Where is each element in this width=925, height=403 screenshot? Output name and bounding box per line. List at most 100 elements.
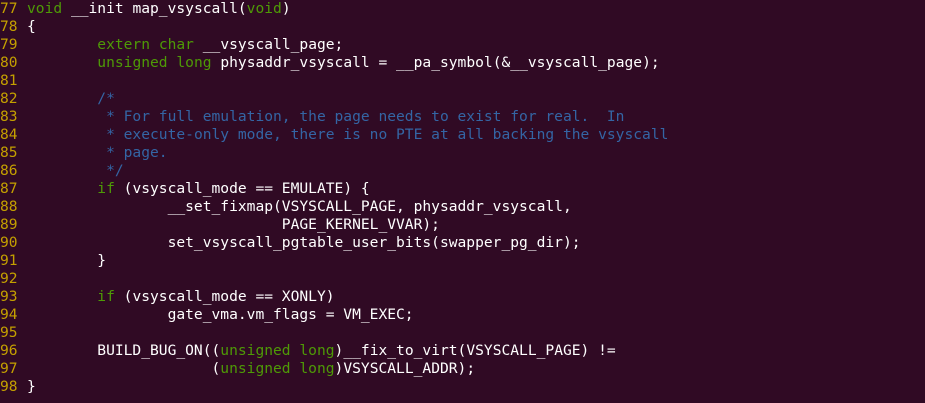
code-text: if (vsyscall_mode == EMULATE) { [27,180,370,198]
keyword-token: if [97,288,115,305]
line-number: 84 [0,126,18,143]
line-number: 95 [0,324,18,341]
keyword-token: long [299,360,335,377]
text-token: )__fix_to_virt(VSYSCALL_PAGE) != [334,342,616,359]
line-number: 82 [0,90,18,107]
text-token: ) [281,0,291,17]
code-line: 93 if (vsyscall_mode == XONLY) [0,288,925,306]
code-area[interactable]: 77 void __init map_vsyscall(void) 78 {79 ex… [0,0,925,396]
code-line: 94 gate_vma.vm_flags = VM_EXEC; [0,306,925,324]
comment-token: * page. [106,144,168,161]
code-text: /* [27,90,115,108]
code-line: 80 unsigned long physaddr_vsyscall = __p… [0,54,925,72]
code-text: extern char __vsyscall_page; [27,36,343,54]
line-number: 97 [0,360,18,377]
line-number: 80 [0,54,18,71]
code-line: 98} [0,378,925,396]
code-line: 84 * execute-only mode, there is no PTE … [0,126,925,144]
text-token: ( [27,360,221,377]
code-line: 83 * For full emulation, the page needs … [0,108,925,126]
text-token: physaddr_vsyscall = __pa_symbol(&__vsysc… [211,54,660,71]
text-token: set_vsyscall_pgtable_user_bits(swapper_p… [27,234,581,251]
comment-token: */ [106,162,124,179]
code-text: set_vsyscall_pgtable_user_bits(swapper_p… [27,234,581,252]
text-token: BUILD_BUG_ON(( [27,342,221,359]
code-text: * page. [27,144,168,162]
code-line: 81 [0,72,925,90]
code-text: { [27,18,36,36]
line-number: 77 [0,0,18,17]
line-number: 92 [0,270,18,287]
text-token: } [27,378,36,395]
code-text: PAGE_KERNEL_VVAR); [27,216,440,234]
code-text: } [27,252,106,270]
code-text: gate_vma.vm_flags = VM_EXEC; [27,306,414,324]
line-number: 83 [0,108,18,125]
code-line: 82 /* [0,90,925,108]
code-line: 87 if (vsyscall_mode == EMULATE) { [0,180,925,198]
code-text: if (vsyscall_mode == XONLY) [27,288,335,306]
line-number: 96 [0,342,18,359]
terminal-window[interactable]: 77 void __init map_vsyscall(void) 78 {79 ex… [0,0,925,403]
code-line: 90 set_vsyscall_pgtable_user_bits(swappe… [0,234,925,252]
code-line: 78 { [0,18,925,36]
code-line: 97 (unsigned long)VSYSCALL_ADDR); [0,360,925,378]
code-text: * For full emulation, the page needs to … [27,108,624,126]
line-number: 87 [0,180,18,197]
line-number: 98 [0,378,18,395]
line-number: 93 [0,288,18,305]
code-line: 85 * page. [0,144,925,162]
comment-token: /* [97,90,115,107]
text-token: )VSYSCALL_ADDR); [334,360,476,377]
keyword-token: extern [97,36,151,53]
code-line: 88 __set_fixmap(VSYSCALL_PAGE, physaddr_… [0,198,925,216]
text-token: __vsyscall_page; [193,36,344,53]
code-line: 77 void __init map_vsyscall(void) [0,0,925,18]
text-token: { [27,18,36,35]
line-number: 86 [0,162,18,179]
line-number: 94 [0,306,18,323]
code-text: void __init map_vsyscall(void) [27,0,291,18]
keyword-token: unsigned [220,360,291,377]
text-token: gate_vma.vm_flags = VM_EXEC; [27,306,414,323]
text-token: PAGE_KERNEL_VVAR); [27,216,440,233]
line-number: 88 [0,198,18,215]
line-number: 89 [0,216,18,233]
code-line: 95 [0,324,925,342]
line-number: 85 [0,144,18,161]
code-line: 86 */ [0,162,925,180]
code-line: 89 PAGE_KERNEL_VVAR); [0,216,925,234]
code-text: * execute-only mode, there is no PTE at … [27,126,668,144]
keyword-token: unsigned [220,342,291,359]
line-number: 78 [0,18,18,35]
comment-token: * execute-only mode, there is no PTE at … [106,126,669,143]
text-token: (vsyscall_mode == EMULATE) { [114,180,370,197]
code-text: __set_fixmap(VSYSCALL_PAGE, physaddr_vsy… [27,198,572,216]
code-text: */ [27,162,124,180]
text-token: } [27,252,107,269]
keyword-token: void [27,0,63,17]
code-line: 91 } [0,252,925,270]
code-line: 96 BUILD_BUG_ON((unsigned long)__fix_to_… [0,342,925,360]
code-line: 79 extern char __vsyscall_page; [0,36,925,54]
text-token: __init map_vsyscall( [62,0,247,17]
text-token: (vsyscall_mode == XONLY) [114,288,335,305]
code-line: 92 [0,270,925,288]
code-text: } [27,378,36,396]
keyword-token: void [246,0,282,17]
keyword-token: unsigned [97,54,168,71]
code-text: unsigned long physaddr_vsyscall = __pa_s… [27,54,660,72]
line-number: 81 [0,72,18,89]
code-text: BUILD_BUG_ON((unsigned long)__fix_to_vir… [27,342,616,360]
code-text: (unsigned long)VSYSCALL_ADDR); [27,360,476,378]
line-number: 90 [0,234,18,251]
text-token: __set_fixmap(VSYSCALL_PAGE, physaddr_vsy… [27,198,572,215]
